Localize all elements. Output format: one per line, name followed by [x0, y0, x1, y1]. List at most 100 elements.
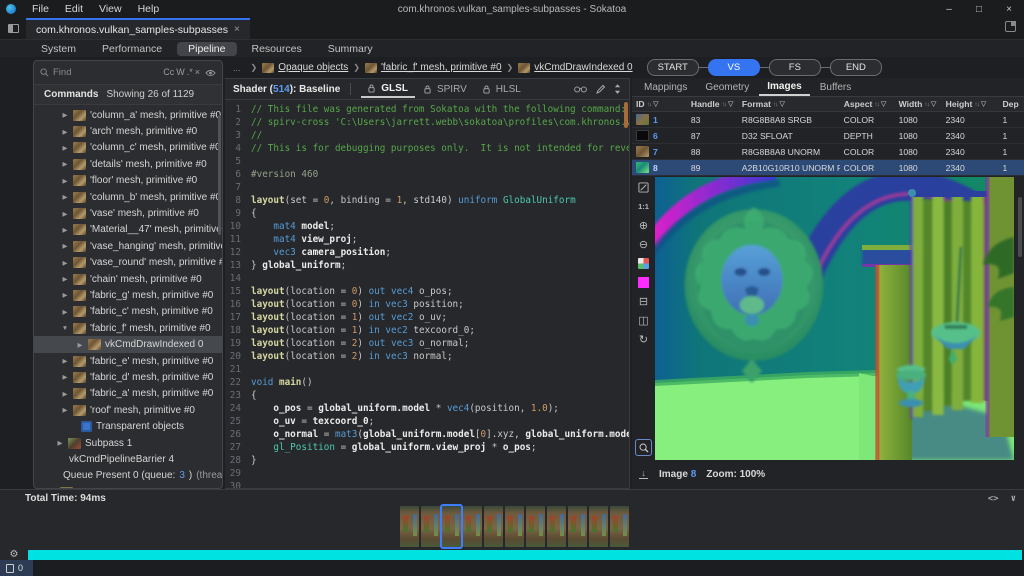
shader-tab-glsl[interactable]: GLSL: [361, 81, 415, 98]
download-icon[interactable]: ↓: [638, 470, 649, 479]
find-option[interactable]: .*: [186, 67, 194, 77]
tree-item[interactable]: ▶'column_c' mesh, primitive #0: [34, 140, 222, 156]
chevron-right-icon[interactable]: ▶: [56, 439, 64, 447]
new-window-icon[interactable]: [1005, 21, 1016, 32]
chevron-right-icon[interactable]: ▶: [61, 111, 69, 119]
sort-icon[interactable]: ↑↓: [722, 101, 727, 108]
chevron-right-icon[interactable]: ▶: [61, 308, 69, 316]
tree-item[interactable]: ▶'vase' mesh, primitive #0: [34, 205, 222, 221]
chevron-right-icon[interactable]: ▶: [61, 406, 69, 414]
frame-thumbnail[interactable]: [442, 506, 461, 547]
sort-icon[interactable]: ↑↓: [974, 101, 979, 108]
collapse-panel-icon[interactable]: ∨: [1011, 494, 1016, 504]
chevron-right-icon[interactable]: ▶: [76, 341, 84, 349]
chevron-right-icon[interactable]: ▶: [61, 160, 69, 168]
frame-thumbnail[interactable]: [400, 506, 419, 547]
code-view-icon[interactable]: <>: [988, 494, 999, 504]
column-header-handle[interactable]: Handle↑↓▽: [687, 99, 738, 109]
tree-item[interactable]: ▶'fabric_e' mesh, primitive #0: [34, 353, 222, 369]
document-tab[interactable]: com.khronos.vulkan_samples-subpasses ×: [26, 18, 250, 39]
tab-resources[interactable]: Resources: [241, 42, 313, 56]
tree-item[interactable]: Queue Present 0 (queue: 3) (thread: 2): [34, 468, 222, 484]
tree-item[interactable]: ▶'fabric_c' mesh, primitive #0: [34, 304, 222, 320]
flip-horizontal-icon[interactable]: ⊟: [635, 293, 652, 309]
frame-thumbnail[interactable]: [526, 506, 545, 547]
frame-thumbnail[interactable]: [589, 506, 608, 547]
tree-item[interactable]: ▶'chain' mesh, primitive #0: [34, 271, 222, 287]
filter-icon[interactable]: ▽: [728, 100, 733, 108]
frame-thumbnail[interactable]: [610, 506, 629, 547]
tree-item[interactable]: ▶Subpass 1: [34, 435, 222, 451]
filter-icon[interactable]: ▽: [981, 100, 986, 108]
frame-thumbnail[interactable]: [547, 506, 566, 547]
tab-images[interactable]: Images: [759, 79, 809, 96]
breadcrumb-item[interactable]: Opaque objects: [262, 62, 348, 73]
code-editor[interactable]: 1// This file was generated from Sokatoa…: [225, 100, 629, 489]
tree-item[interactable]: ▶'roof' mesh, primitive #0: [34, 402, 222, 418]
tree-item[interactable]: ▶'Material__47' mesh, primitive #0: [34, 222, 222, 238]
chevron-right-icon[interactable]: ▶: [61, 259, 69, 267]
image-id-link[interactable]: 8: [691, 469, 697, 480]
filter-icon[interactable]: ▽: [931, 100, 936, 108]
tree-item[interactable]: ▶'arch' mesh, primitive #0: [34, 123, 222, 139]
menu-edit[interactable]: Edit: [57, 3, 91, 15]
scroll-sync-icon[interactable]: [614, 84, 621, 94]
tab-geometry[interactable]: Geometry: [697, 80, 757, 95]
tree-item[interactable]: ▶'floor' mesh, primitive #0: [34, 173, 222, 189]
sort-icon[interactable]: ↑↓: [647, 101, 652, 108]
tree-scrollbar[interactable]: [218, 115, 221, 235]
tree-item[interactable]: ▶'fabric_d' mesh, primitive #0: [34, 369, 222, 385]
tree-item[interactable]: ▶'column_a' mesh, primitive #0: [34, 107, 222, 123]
tab-summary[interactable]: Summary: [317, 42, 384, 56]
chevron-right-icon[interactable]: ▶: [61, 291, 69, 299]
breadcrumb-ellipsis[interactable]: ...: [233, 63, 241, 73]
column-header-aspect[interactable]: Aspect↑↓▽: [840, 99, 895, 109]
stage-vs-button[interactable]: VS: [708, 59, 760, 76]
magnifier-icon[interactable]: [635, 439, 652, 456]
tree-item[interactable]: ▶'column_b' mesh, primitive #0: [34, 189, 222, 205]
tree-item[interactable]: ▶Frame 13: [34, 484, 222, 488]
tree-item[interactable]: ▼'fabric_f' mesh, primitive #0: [34, 320, 222, 336]
fit-icon[interactable]: [635, 179, 652, 195]
tree-item[interactable]: ▶'vase_hanging' mesh, primitive #0: [34, 238, 222, 254]
chevron-right-icon[interactable]: ▶: [61, 275, 69, 283]
tree-item[interactable]: ▶'fabric_a' mesh, primitive #0: [34, 386, 222, 402]
close-button[interactable]: ×: [994, 0, 1024, 18]
filter-icon[interactable]: ▽: [653, 100, 658, 108]
sidebar-toggle-icon[interactable]: [0, 18, 26, 39]
tab-close-icon[interactable]: ×: [234, 24, 240, 35]
chevron-right-icon[interactable]: ▶: [61, 357, 69, 365]
frame-thumbnail[interactable]: [421, 506, 440, 547]
image-row[interactable]: 788R8G8B8A8 UNORMCOLOR108023401: [632, 144, 1024, 160]
find-option[interactable]: W: [175, 67, 186, 77]
channels-icon[interactable]: [635, 255, 652, 271]
image-id-link[interactable]: 8: [653, 163, 658, 173]
chevron-right-icon[interactable]: ▶: [61, 210, 69, 218]
tree-item[interactable]: ▶vkCmdDrawIndexed 0: [34, 336, 222, 352]
code-scrollbar[interactable]: [624, 102, 628, 128]
find-option[interactable]: ×: [194, 67, 201, 77]
sort-icon[interactable]: ↑↓: [924, 101, 929, 108]
shader-id-link[interactable]: 514: [273, 84, 290, 95]
chevron-right-icon[interactable]: ▶: [61, 373, 69, 381]
chevron-right-icon[interactable]: ▶: [61, 390, 69, 398]
filter-icon[interactable]: ▽: [881, 100, 886, 108]
tab-performance[interactable]: Performance: [91, 42, 173, 56]
panel-scrollbar[interactable]: [1018, 197, 1022, 257]
frame-thumbnail[interactable]: [463, 506, 482, 547]
tree-item[interactable]: vkCmdPipelineBarrier 4: [34, 451, 222, 467]
column-header-width[interactable]: Width↑↓▽: [895, 99, 942, 109]
timeline-bar[interactable]: [28, 550, 1022, 560]
shader-tab-spirv[interactable]: SPIRV: [417, 81, 474, 98]
image-row[interactable]: 687D32 SFLOATDEPTH108023401: [632, 128, 1024, 144]
column-header-height[interactable]: Height↑↓▽: [942, 99, 999, 109]
tree-item[interactable]: Transparent objects: [34, 418, 222, 434]
column-header-id[interactable]: ID↑↓▽: [632, 99, 687, 109]
image-id-link[interactable]: 7: [653, 147, 658, 157]
status-badge[interactable]: 0: [0, 560, 33, 576]
tab-mappings[interactable]: Mappings: [636, 80, 695, 95]
image-id-link[interactable]: 1: [653, 115, 658, 125]
tab-buffers[interactable]: Buffers: [812, 80, 860, 95]
stage-start-button[interactable]: START: [647, 59, 699, 76]
image-canvas[interactable]: [655, 177, 1014, 460]
